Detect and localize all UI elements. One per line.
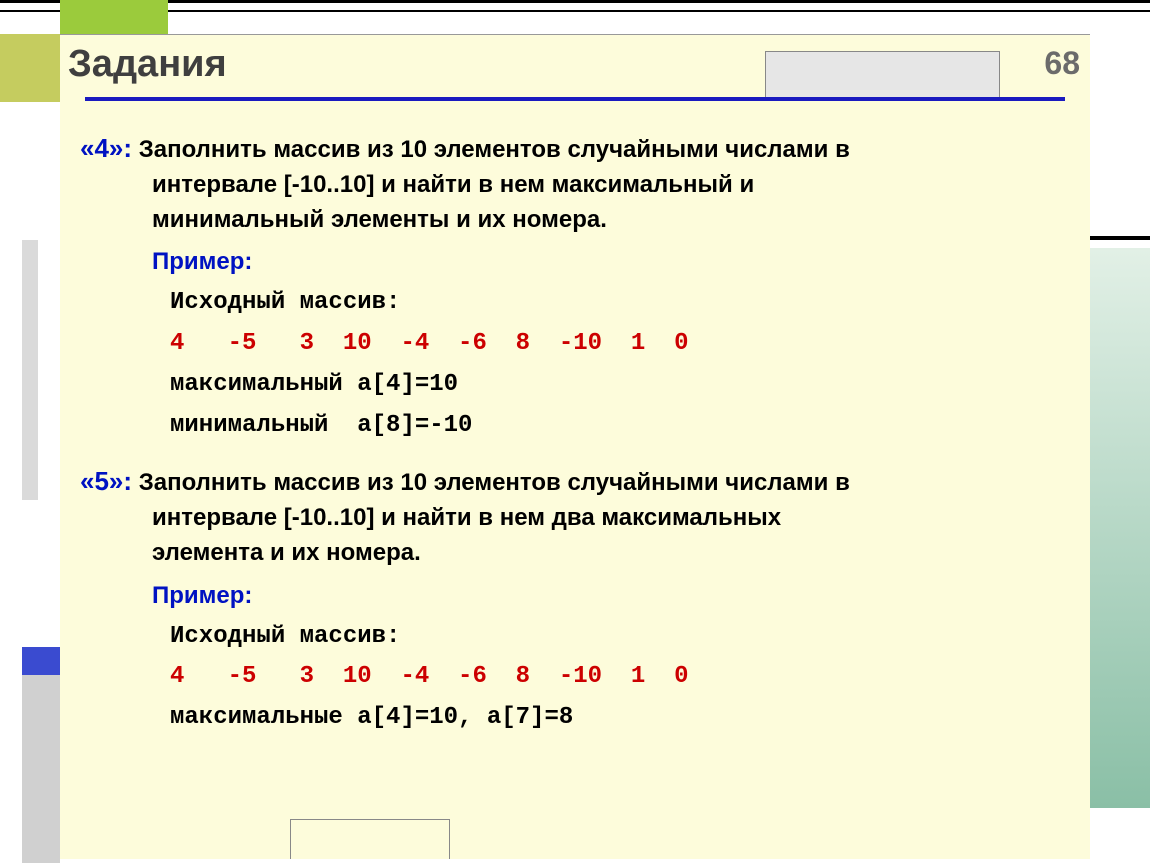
deco-left-blue — [22, 647, 60, 675]
deco-left-gray — [22, 240, 38, 500]
task4-min: минимальный a[8]=-10 — [80, 409, 1070, 444]
slide-title: Задания — [68, 43, 227, 86]
task4-label: «4»: — [80, 133, 132, 163]
title-underline — [85, 97, 1065, 101]
task-4: «4»: Заполнить массив из 10 элементов сл… — [80, 130, 1070, 443]
task5-line1: Заполнить массив из 10 элементов случайн… — [139, 469, 850, 496]
deco-left-olive — [0, 34, 60, 102]
task5-max: максимальные a[4]=10, a[7]=8 — [80, 701, 1070, 736]
task4-array: 4 -5 3 10 -4 -6 8 -10 1 0 — [80, 327, 1070, 362]
task5-array: 4 -5 3 10 -4 -6 8 -10 1 0 — [80, 660, 1070, 695]
deco-right-gradient — [1090, 248, 1150, 808]
task4-example-label: Пример: — [80, 245, 1070, 280]
task5-line3: элемента и их номера. — [80, 536, 1070, 571]
task-5: «5»: Заполнить массив из 10 элементов сл… — [80, 463, 1070, 736]
task4-line1: Заполнить массив из 10 элементов случайн… — [139, 136, 850, 163]
page-number: 68 — [1044, 45, 1080, 82]
task5-label: «5»: — [80, 466, 132, 496]
deco-green-square — [60, 0, 168, 34]
deco-left-gray2 — [22, 675, 60, 863]
top-border — [0, 0, 1150, 3]
slide-body: 68 Задания «4»: Заполнить массив из 10 э… — [60, 34, 1090, 859]
task4-max: максимальный a[4]=10 — [80, 368, 1070, 403]
deco-bottom-box — [290, 819, 450, 859]
task5-example-label: Пример: — [80, 579, 1070, 614]
top-border-2 — [0, 10, 1150, 12]
task4-line2: интервале [-10..10] и найти в нем максим… — [80, 168, 1070, 203]
task5-src-label: Исходный массив: — [80, 620, 1070, 655]
deco-top-gray-box — [765, 51, 1000, 99]
task4-line3: минимальный элементы и их номера. — [80, 203, 1070, 238]
content-area: «4»: Заполнить массив из 10 элементов сл… — [80, 130, 1070, 736]
task4-src-label: Исходный массив: — [80, 286, 1070, 321]
task5-line2: интервале [-10..10] и найти в нем два ма… — [80, 501, 1070, 536]
